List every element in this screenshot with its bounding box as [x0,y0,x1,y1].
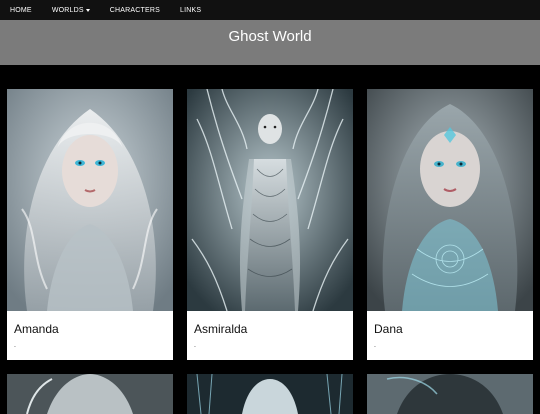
nav-links-label: LINKS [179,6,202,14]
character-card-amanda[interactable]: Amanda . [7,89,173,360]
character-image-asmiralda[interactable] [187,89,353,311]
character-name: Asmiralda [194,322,248,336]
character-name: Amanda [14,322,59,336]
character-description: . [374,342,376,349]
character-card-dana[interactable]: Dana . [367,89,533,360]
character-image-amanda[interactable] [7,89,173,311]
character-name: Dana [374,322,403,336]
caret-down-icon [85,9,90,12]
nav-links[interactable]: LINKS [170,0,211,20]
nav-home[interactable]: HOME [0,0,42,20]
character-card-partial[interactable] [187,374,353,414]
character-card-partial[interactable] [367,374,533,414]
character-image-dana[interactable] [367,89,533,311]
character-card-asmiralda[interactable]: Asmiralda . [187,89,353,360]
page-title: Ghost World [228,28,312,45]
character-description: . [194,342,196,349]
character-description: . [14,342,16,349]
nav-characters[interactable]: CHARACTERS [100,0,170,20]
nav-worlds-dropdown[interactable]: WORLDS [42,0,100,20]
page-header: Ghost World [0,20,540,65]
character-card-partial[interactable] [7,374,173,414]
nav-home-label: HOME [10,6,32,14]
nav-worlds-label: WORLDS [51,6,84,14]
nav-characters-label: CHARACTERS [109,6,160,14]
top-navbar: HOME WORLDS CHARACTERS LINKS [0,0,540,20]
